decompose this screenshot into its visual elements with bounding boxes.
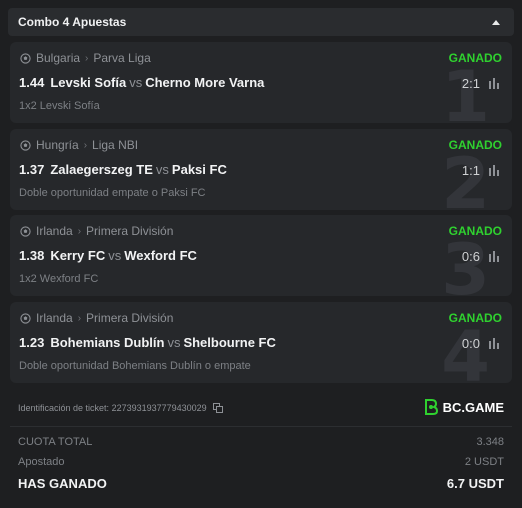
bc-game-logo-icon xyxy=(424,399,438,415)
vs-label: vs xyxy=(167,335,181,350)
vs-label: vs xyxy=(108,248,122,263)
copy-icon[interactable] xyxy=(212,403,223,413)
ticket-id-row: Identificación de ticket: 22739319377794… xyxy=(18,403,223,413)
league-label: Parva Liga xyxy=(93,51,151,65)
total-odds-label: CUOTA TOTAL xyxy=(18,436,93,448)
stats-icon[interactable] xyxy=(488,78,500,89)
league-breadcrumb: Hungría › Liga NBI xyxy=(20,138,138,152)
ticket-id-label: Identificación de ticket: xyxy=(18,403,110,413)
status-badge: GANADO xyxy=(448,51,502,65)
bet-card: 4 Irlanda › Primera División GANADO 1.23… xyxy=(10,302,512,383)
pick-label: Doble oportunidad Bohemians Dublín o emp… xyxy=(19,360,251,372)
away-team: Shelbourne FC xyxy=(183,335,276,350)
chevron-right-icon: › xyxy=(77,225,82,237)
bet-number: 4 xyxy=(441,316,490,383)
combo-title: Combo 4 Apuestas xyxy=(18,15,127,29)
odds-value: 1.37 xyxy=(19,162,45,177)
bet-number: 2 xyxy=(441,143,490,210)
league-label: Primera División xyxy=(86,224,174,238)
ticket-id-value: 2273931937779430029 xyxy=(111,403,207,413)
brand-logo: BC.GAME xyxy=(424,399,504,415)
bet-number: 3 xyxy=(441,229,490,296)
odds-value: 1.44 xyxy=(19,75,45,90)
score: 2:1 xyxy=(461,76,480,91)
staked-value: 2 USDT xyxy=(464,456,504,468)
vs-label: vs xyxy=(129,75,143,90)
home-team: Bohemians Dublín xyxy=(50,335,165,350)
divider xyxy=(10,426,512,427)
league-breadcrumb: Bulgaria › Parva Liga xyxy=(20,51,151,65)
league-label: Liga NBI xyxy=(92,138,139,152)
stats-icon[interactable] xyxy=(488,165,500,176)
pick-label: 1x2 Wexford FC xyxy=(19,273,99,285)
won-label: HAS GANADO xyxy=(18,476,107,491)
stats-icon[interactable] xyxy=(488,251,500,262)
league-breadcrumb: Irlanda › Primera División xyxy=(20,311,173,325)
country-label: Irlanda xyxy=(36,224,73,238)
away-team: Cherno More Varna xyxy=(145,75,265,90)
league-breadcrumb: Irlanda › Primera División xyxy=(20,224,173,238)
bet-number: 1 xyxy=(441,56,490,123)
pick-label: 1x2 Levski Sofía xyxy=(19,100,100,112)
home-team: Levski Sofía xyxy=(50,75,127,90)
soccer-ball-icon xyxy=(20,139,31,151)
league-label: Primera División xyxy=(86,311,174,325)
score: 0:6 xyxy=(461,249,480,264)
soccer-ball-icon xyxy=(20,225,31,237)
match-line: 1.37 Zalaegerszeg TE vs Paksi FC xyxy=(19,162,227,177)
status-badge: GANADO xyxy=(448,138,502,152)
country-label: Irlanda xyxy=(36,311,73,325)
bet-card: 3 Irlanda › Primera División GANADO 1.38… xyxy=(10,215,512,296)
chevron-right-icon: › xyxy=(83,139,88,151)
home-team: Zalaegerszeg TE xyxy=(50,162,153,177)
stats-icon[interactable] xyxy=(488,338,500,349)
brand-name: BC.GAME xyxy=(442,399,504,415)
odds-value: 1.38 xyxy=(19,248,45,263)
home-team: Kerry FC xyxy=(50,248,106,263)
status-badge: GANADO xyxy=(448,224,502,238)
pick-label: Doble oportunidad empate o Paksi FC xyxy=(19,187,206,199)
country-label: Bulgaria xyxy=(36,51,81,65)
match-line: 1.44 Levski Sofía vs Cherno More Varna xyxy=(19,75,264,90)
bet-card: 1 Bulgaria › Parva Liga GANADO 1.44 Levsk… xyxy=(10,42,512,123)
chevron-up-icon[interactable] xyxy=(492,19,500,25)
total-odds-row: CUOTA TOTAL 3.348 xyxy=(18,436,504,448)
soccer-ball-icon xyxy=(20,52,31,64)
won-row: HAS GANADO 6.7 USDT xyxy=(18,476,504,491)
total-odds-value: 3.348 xyxy=(476,436,504,448)
away-team: Paksi FC xyxy=(171,162,227,177)
staked-label: Apostado xyxy=(18,456,65,468)
away-team: Wexford FC xyxy=(124,248,197,263)
chevron-right-icon: › xyxy=(77,312,82,324)
odds-value: 1.23 xyxy=(19,335,45,350)
soccer-ball-icon xyxy=(20,312,31,324)
status-badge: GANADO xyxy=(448,311,502,325)
score: 1:1 xyxy=(461,163,480,178)
match-line: 1.23 Bohemians Dublín vs Shelbourne FC xyxy=(19,335,276,350)
chevron-right-icon: › xyxy=(85,52,89,64)
vs-label: vs xyxy=(155,162,169,177)
score: 0:0 xyxy=(461,336,480,351)
bet-card: 2 Hungría › Liga NBI GANADO 1.37 Zalaeger… xyxy=(10,129,512,210)
staked-row: Apostado 2 USDT xyxy=(18,456,504,468)
match-line: 1.38 Kerry FC vs Wexford FC xyxy=(19,248,197,263)
country-label: Hungría xyxy=(36,138,79,152)
combo-header[interactable]: Combo 4 Apuestas xyxy=(8,8,514,36)
won-value: 6.7 USDT xyxy=(446,476,504,491)
